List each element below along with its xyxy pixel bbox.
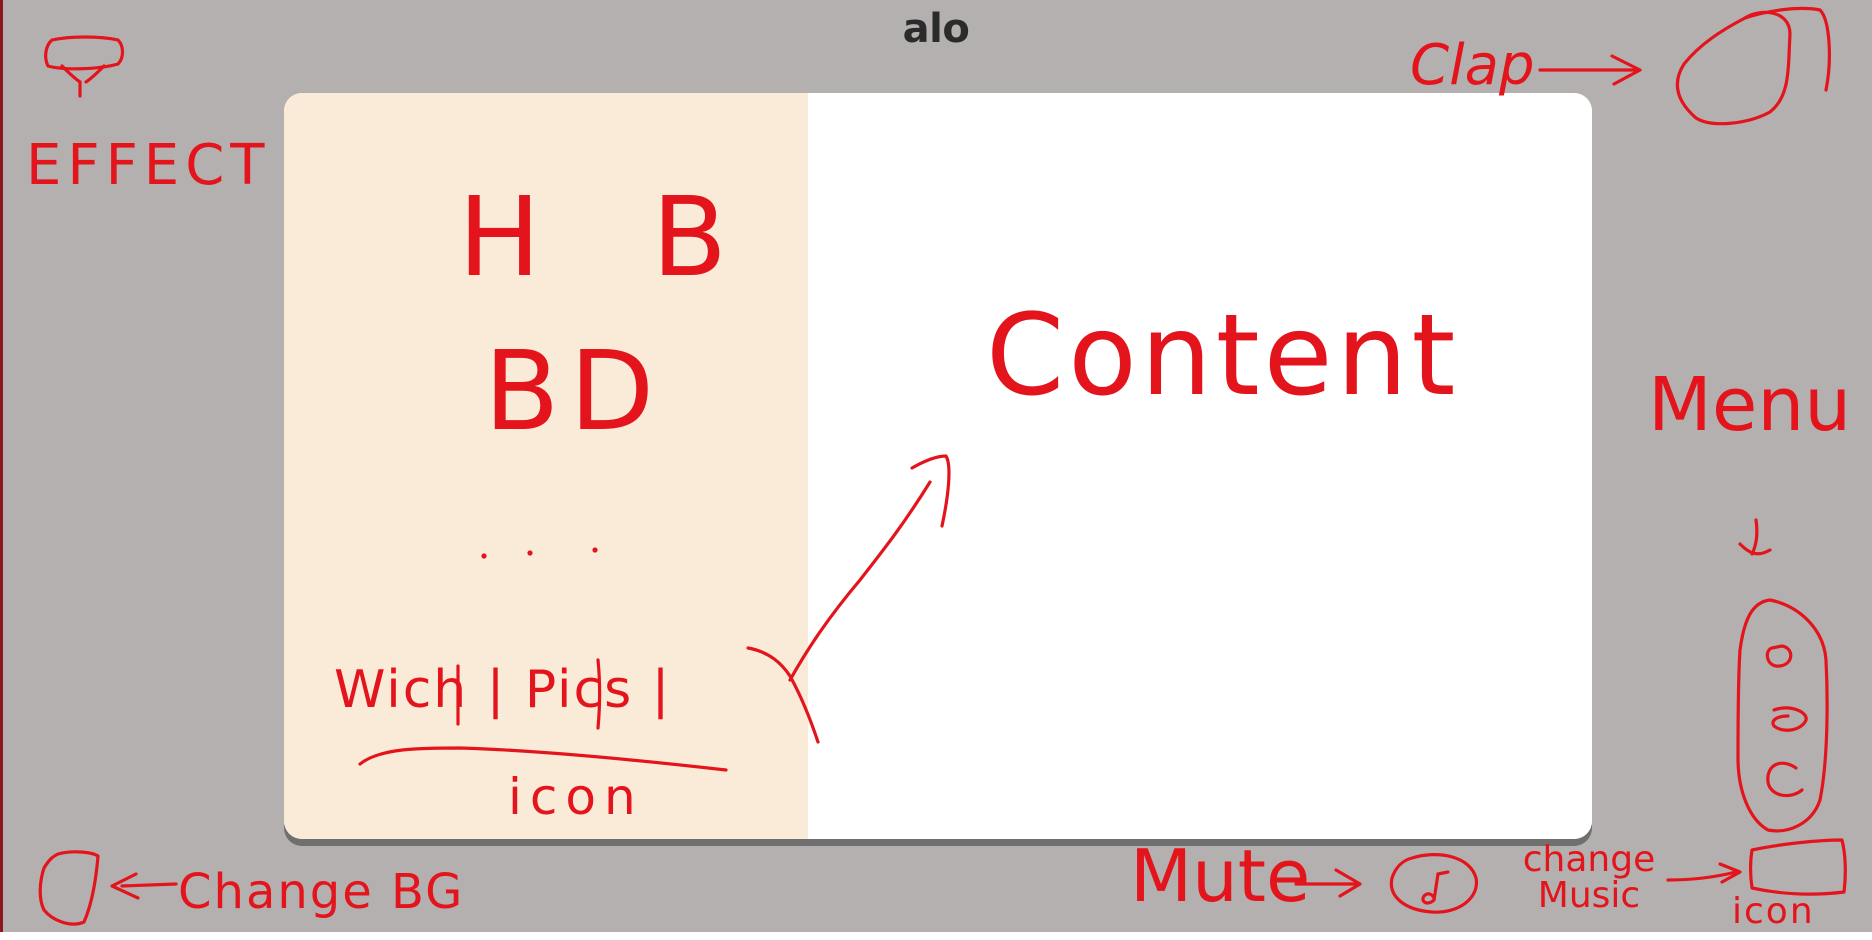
mute-label: Mute: [1130, 834, 1311, 918]
bd-label: BD: [484, 327, 665, 455]
app-background: alo: [0, 0, 1872, 932]
change-bg-label: Change BG: [178, 864, 465, 920]
window-edge: [0, 0, 3, 932]
change-music-label: change Music: [1522, 839, 1656, 916]
pics-label: Wich | Pics |: [334, 660, 672, 720]
clap-label: Clap: [1410, 33, 1535, 98]
page-title: alo: [902, 6, 970, 52]
change-music-icon-label: icon: [1732, 891, 1815, 932]
content-label: Content: [986, 291, 1460, 421]
hb-label: H B: [458, 173, 766, 301]
menu-label: Menu: [1648, 362, 1852, 448]
effect-label: EFFECT: [26, 133, 271, 198]
icon-label: icon: [508, 768, 644, 826]
content-panel: [808, 93, 1592, 839]
